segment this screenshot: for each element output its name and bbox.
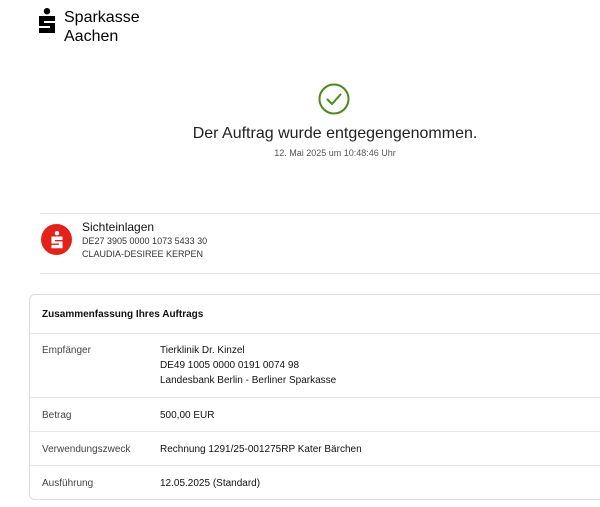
status-title: Der Auftrag wurde entgegengenommen. [192, 125, 478, 142]
brand-line-2: Aachen [64, 28, 119, 45]
recipient-label: Empfänger [42, 345, 91, 356]
account-owner: CLAUDIA-DESIREE KERPEN [82, 249, 204, 259]
sparkasse-s-icon [41, 224, 72, 255]
status-timestamp: 12. Mai 2025 um 10:48:46 Uhr [274, 148, 396, 158]
account-iban: DE27 3905 0000 1073 5433 30 [82, 236, 208, 246]
purpose-value: Rechnung 1291/25-001275RP Kater Bärchen [160, 444, 362, 455]
brand-name: Sparkasse Aachen [64, 8, 140, 46]
brand-line-1: Sparkasse [64, 9, 140, 26]
divider [30, 465, 600, 466]
recipient-value: Tierklinik Dr. Kinzel DE49 1005 0000 019… [160, 343, 336, 388]
account-name: Sichteinlagen [82, 220, 155, 234]
order-summary-card: Zusammenfassung Ihres Auftrags Empfänger… [29, 294, 600, 500]
divider [30, 397, 600, 398]
divider [40, 213, 600, 214]
divider [30, 431, 600, 432]
execution-label: Ausführung [42, 478, 94, 489]
check-circle-icon [318, 83, 350, 115]
recipient-iban: DE49 1005 0000 0191 0074 98 [160, 360, 300, 371]
sparkasse-logo-icon [39, 8, 55, 33]
divider [30, 333, 600, 334]
recipient-name: Tierklinik Dr. Kinzel [160, 345, 245, 356]
brand-header: Sparkasse Aachen [37, 8, 140, 46]
recipient-bank: Landesbank Berlin - Berliner Sparkasse [160, 375, 337, 386]
amount-value: 500,00 EUR [160, 410, 215, 421]
purpose-label: Verwendungszweck [42, 444, 131, 455]
execution-value: 12.05.2025 (Standard) [160, 478, 261, 489]
divider [40, 273, 600, 274]
summary-title: Zusammenfassung Ihres Auftrags [42, 309, 204, 320]
amount-label: Betrag [42, 410, 72, 421]
source-account: Sichteinlagen DE27 3905 0000 1073 5433 3… [41, 220, 208, 261]
